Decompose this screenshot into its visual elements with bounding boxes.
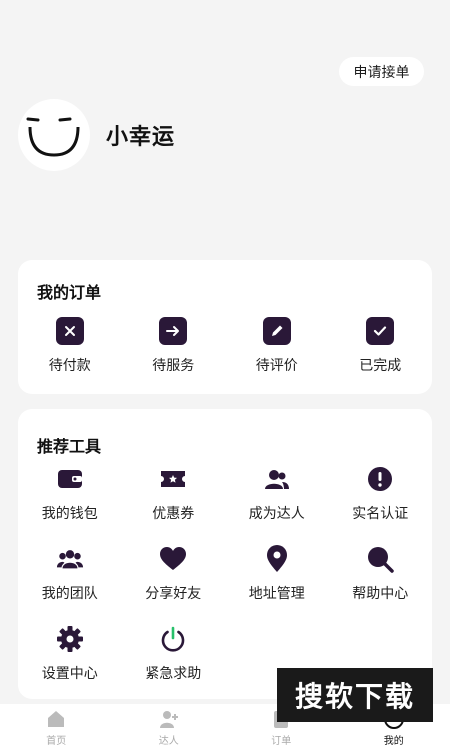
tool-label: 分享好友 [145,586,202,602]
tab-home[interactable]: 首页 [0,704,113,750]
users-icon [263,465,291,493]
tool-label: 紧急求助 [145,666,202,682]
orders-title: 我的订单 [37,283,102,302]
tool-settings[interactable]: 设置中心 [18,625,122,683]
tool-real-name-auth[interactable]: 实名认证 [329,465,433,523]
tool-help-center[interactable]: 帮助中心 [329,545,433,603]
tab-label: 首页 [46,735,67,747]
tool-label: 帮助中心 [352,586,409,602]
gear-icon [56,625,84,653]
tool-address-management[interactable]: 地址管理 [225,545,329,603]
exclamation-icon [366,465,394,493]
username: 小幸运 [106,125,176,150]
tool-label: 我的团队 [41,586,98,602]
avatar[interactable] [18,99,90,171]
heart-icon [159,545,187,573]
order-label: 待付款 [48,358,91,374]
profile-header: 小幸运 [18,99,175,171]
order-pending-review[interactable]: 待评价 [225,317,329,375]
wallet-icon [56,465,84,493]
tool-share-friends[interactable]: 分享好友 [122,545,226,603]
watermark: 搜软下载 [277,668,433,722]
tool-wallet[interactable]: 我的钱包 [18,465,122,523]
tab-label: 订单 [271,735,292,747]
order-pending-payment[interactable]: 待付款 [18,317,122,375]
orders-grid: 待付款 待服务 待评价 已完成 [18,317,432,375]
coupon-icon [159,465,187,493]
x-icon [55,317,84,345]
tool-label: 实名认证 [352,506,409,522]
order-completed[interactable]: 已完成 [329,317,433,375]
check-icon [366,317,395,345]
tool-my-team[interactable]: 我的团队 [18,545,122,603]
tab-label: 达人 [158,735,179,747]
tool-emergency-help[interactable]: 紧急求助 [122,625,226,683]
power-icon [159,625,187,653]
order-label: 已完成 [359,358,402,374]
home-icon [48,710,65,727]
tool-become-expert[interactable]: 成为达人 [225,465,329,523]
order-label: 待评价 [255,358,298,374]
pencil-icon [262,317,291,345]
tool-label: 地址管理 [248,586,305,602]
search-icon [366,545,394,573]
tool-label: 设置中心 [41,666,98,682]
recommended-tools-card: 推荐工具 我的钱包 优惠券 成为达人 实名认证 我的团队 分享好友 地址管理 帮… [18,409,432,699]
user-add-icon [159,710,178,728]
tool-label: 我的钱包 [41,506,98,522]
tool-label: 优惠券 [152,506,195,522]
tools-title: 推荐工具 [37,437,102,456]
smile-face-icon [26,117,80,157]
order-label: 待服务 [152,358,195,374]
tools-grid: 我的钱包 优惠券 成为达人 实名认证 我的团队 分享好友 地址管理 帮助中心 设… [18,465,432,683]
tab-label: 我的 [383,735,404,747]
order-pending-service[interactable]: 待服务 [122,317,226,375]
my-orders-card: 我的订单 待付款 待服务 待评价 已完成 [18,260,432,394]
arrow-right-icon [159,317,188,345]
tab-expert[interactable]: 达人 [113,704,226,750]
tool-label: 成为达人 [248,506,305,522]
team-icon [56,545,84,573]
apply-order-button[interactable]: 申请接单 [339,57,424,86]
tool-coupon[interactable]: 优惠券 [122,465,226,523]
location-pin-icon [263,545,291,573]
